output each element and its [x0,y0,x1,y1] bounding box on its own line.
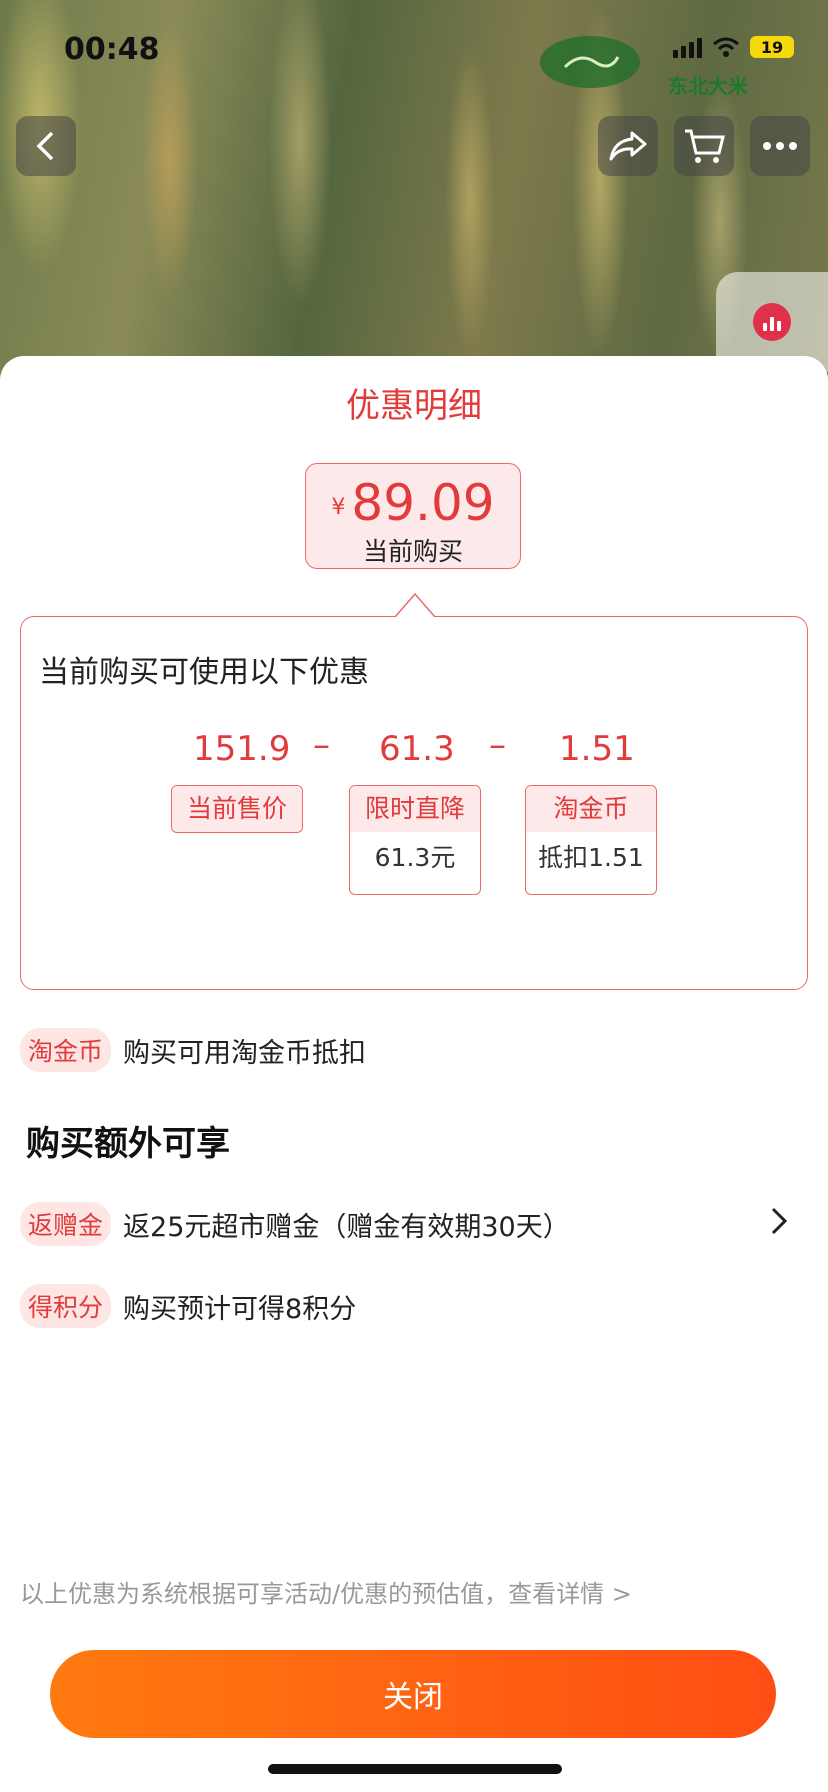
minus-sign: – [489,725,506,765]
more-button[interactable] [750,116,810,176]
wifi-icon [713,37,739,57]
promo-heading: 当前购买可使用以下优惠 [39,655,369,690]
cart-icon [685,129,725,163]
coin-tag: 淘金币 抵扣1.51 [525,785,657,895]
extra-benefits-title: 购买额外可享 [26,1124,230,1164]
cashback-row[interactable]: 返赠金 返25元超市赠金（赠金有效期30天） [20,1202,810,1246]
discount-tag: 限时直降 61.3元 [349,785,481,895]
signal-icon [673,36,702,58]
chart-bars-icon [753,303,791,341]
coin-tag-label: 淘金币 [526,786,656,832]
home-indicator[interactable] [268,1764,562,1774]
minus-sign: – [313,725,330,765]
coin-pill: 淘金币 [20,1028,112,1072]
current-price-box: ¥89.09 当前购买 [305,463,521,569]
points-pill: 得积分 [20,1284,112,1328]
more-dots-icon [763,142,797,150]
current-price: 89.09 [351,474,495,532]
sheet-title: 优惠明细 [346,386,482,426]
back-arrow-icon [36,131,54,161]
brand-logo [540,36,640,88]
cashback-pill: 返赠金 [20,1202,112,1246]
share-icon [609,131,647,161]
battery-indicator: 19 [750,36,794,58]
status-icons: 19 [673,36,794,58]
original-price-tag-label: 当前售价 [172,786,302,832]
points-row-text: 购买预计可得8积分 [123,1293,357,1325]
original-price-value: 151.9 [193,729,291,769]
discount-detail-sheet: 优惠明细 ¥89.09 当前购买 当前购买可使用以下优惠 151.9 – 61.… [0,356,828,1792]
brand-logo-text: 东北大米 [668,74,748,98]
back-button[interactable] [16,116,76,176]
share-button[interactable] [598,116,658,176]
chevron-right-icon[interactable] [770,1206,788,1236]
close-button[interactable]: 关闭 [50,1650,776,1738]
points-row: 得积分 购买预计可得8积分 [20,1284,356,1328]
original-price-tag: 当前售价 [171,785,303,833]
current-price-label: 当前购买 [362,537,463,566]
promo-breakdown-box: 当前购买可使用以下优惠 151.9 – 61.3 – 1.51 当前售价 限时直… [20,616,808,990]
estimate-footnote-link[interactable]: 以上优惠为系统根据可享活动/优惠的预估值，查看详情 > [20,1574,632,1609]
coin-row-text: 购买可用淘金币抵扣 [123,1037,367,1069]
discount-tag-label: 限时直降 [350,786,480,832]
discount-tag-detail: 61.3元 [374,843,456,872]
status-time: 00:48 [64,32,160,67]
cart-button[interactable] [674,116,734,176]
coin-tag-detail: 抵扣1.51 [538,843,644,872]
cashback-row-text: 返25元超市赠金（赠金有效期30天） [123,1211,570,1243]
coin-row: 淘金币 购买可用淘金币抵扣 [20,1028,366,1072]
currency-symbol: ¥ [331,495,346,520]
discount-value: 61.3 [379,729,455,769]
promo-box-pointer [395,592,435,623]
coin-value: 1.51 [559,729,635,769]
